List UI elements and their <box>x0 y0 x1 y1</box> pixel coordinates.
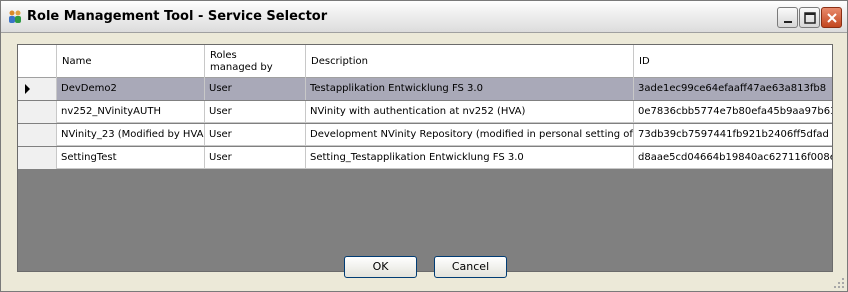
cell-id[interactable]: 73db39cb7597441fb921b2406ff5dfad <box>634 124 832 146</box>
column-header-roles[interactable]: Roles managed by <box>205 45 306 78</box>
cell-description[interactable]: Setting_Testapplikation Entwicklung FS 3… <box>306 147 634 169</box>
service-selector-window: Role Management Tool - Service Selector … <box>0 0 848 292</box>
cell-description[interactable]: Development NVinity Repository (modified… <box>306 124 634 146</box>
maximize-button[interactable] <box>799 7 820 28</box>
cell-roles[interactable]: User <box>205 147 306 169</box>
table-row[interactable]: SettingTest User Setting_Testapplikation… <box>18 147 832 169</box>
table-row[interactable]: nv252_NVinityAUTH User NVinity with auth… <box>18 101 832 123</box>
cell-roles[interactable]: User <box>205 78 306 100</box>
cancel-button[interactable]: Cancel <box>434 256 507 278</box>
dialog-content: Name Roles managed by Description ID Dev… <box>1 34 847 291</box>
current-row-icon <box>25 84 30 94</box>
minimize-button[interactable] <box>777 7 798 28</box>
cell-id[interactable]: d8aae5cd04664b19840ac627116f008e <box>634 147 832 169</box>
row-header-corner <box>18 45 57 78</box>
window-title: Role Management Tool - Service Selector <box>27 9 328 24</box>
cell-description[interactable]: Testapplikation Entwicklung FS 3.0 <box>306 78 634 100</box>
row-header[interactable] <box>18 124 57 146</box>
column-header-id[interactable]: ID <box>634 45 832 78</box>
row-header[interactable] <box>18 101 57 123</box>
table-row[interactable]: NVinity_23 (Modified by HVA) User Develo… <box>18 124 832 146</box>
cell-roles[interactable]: User <box>205 101 306 123</box>
row-header[interactable] <box>18 147 57 169</box>
row-header[interactable] <box>18 78 57 100</box>
cell-name[interactable]: NVinity_23 (Modified by HVA) <box>57 124 205 146</box>
grid-header: Name Roles managed by Description ID <box>18 45 832 78</box>
users-icon <box>7 9 23 25</box>
minimize-icon <box>784 21 792 23</box>
cell-id[interactable]: 0e7836cbb5774e7b80efa45b9aa97b63 <box>634 101 832 123</box>
column-header-name[interactable]: Name <box>57 45 205 78</box>
title-bar: Role Management Tool - Service Selector <box>1 1 847 33</box>
cell-name[interactable]: SettingTest <box>57 147 205 169</box>
maximize-icon <box>804 12 816 24</box>
cell-roles[interactable]: User <box>205 124 306 146</box>
cell-name[interactable]: nv252_NVinityAUTH <box>57 101 205 123</box>
services-grid[interactable]: Name Roles managed by Description ID Dev… <box>17 44 833 272</box>
close-button[interactable] <box>821 7 842 28</box>
cell-name[interactable]: DevDemo2 <box>57 78 205 100</box>
cell-id[interactable]: 3ade1ec99ce64efaaff47ae63a813fb8 <box>634 78 832 100</box>
cell-description[interactable]: NVinity with authentication at nv252 (HV… <box>306 101 634 123</box>
table-row[interactable]: DevDemo2 User Testapplikation Entwicklun… <box>18 78 832 100</box>
close-icon <box>827 13 837 23</box>
resize-grip-icon[interactable] <box>833 277 845 289</box>
ok-button[interactable]: OK <box>344 256 417 278</box>
column-header-description[interactable]: Description <box>306 45 634 78</box>
